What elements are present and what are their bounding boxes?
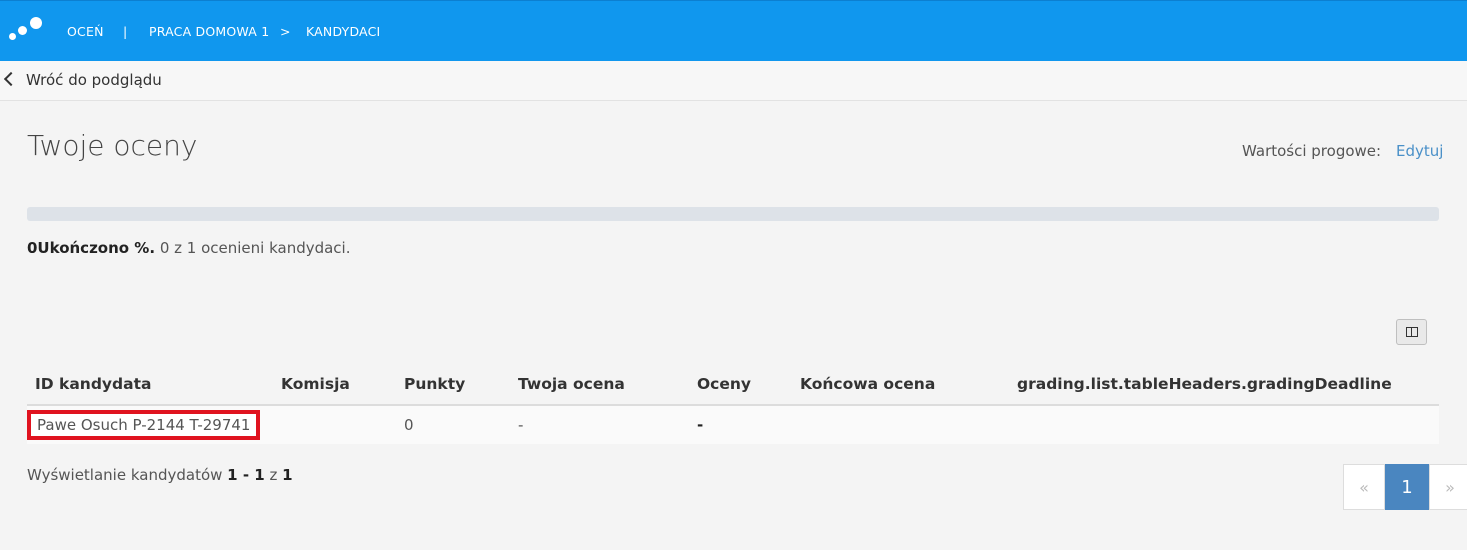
column-header-points[interactable]: Punkty [396,364,510,406]
candidates-table: ID kandydata Komisja Punkty Twoja ocena … [26,364,1439,444]
grading-progress-bar [27,207,1439,221]
results-of: z [264,466,283,484]
breadcrumb-separator: | [123,24,128,39]
chevron-left-icon [3,71,19,87]
column-header-grades[interactable]: Oceny [689,364,792,406]
breadcrumb-arrow-icon: > [280,24,291,39]
cell-points: 0 [396,405,510,444]
column-header-committee[interactable]: Komisja [273,364,396,406]
results-total: 1 [282,466,293,484]
pagination-page-1[interactable]: 1 [1385,464,1429,510]
progress-completed-label: 0Ukończono %. [27,239,156,257]
cell-your-grade: - [510,405,689,444]
pagination: « 1 » [1343,464,1467,510]
cell-grading-deadline [1009,405,1439,444]
thresholds-edit-link[interactable]: Edytuj [1396,142,1443,160]
top-navigation-bar: OCEŃ | PRACA DOMOWA 1 > KANDYDACI [0,0,1467,61]
breadcrumb-grade[interactable]: OCEŃ [67,24,104,39]
columns-icon [1406,327,1418,337]
cell-final-grade [792,405,1009,444]
pagination-next-button[interactable]: » [1429,464,1467,510]
cell-candidate-id[interactable]: Pawe Osuch P-2144 T-29741 [26,405,273,444]
sub-navigation-bar: Wróć do podglądu [0,61,1467,101]
results-range: 1 - 1 [227,466,265,484]
breadcrumb-candidates[interactable]: KANDYDACI [306,24,380,39]
back-label: Wróć do podglądu [26,71,162,89]
column-toggle-button[interactable] [1396,319,1427,345]
back-to-preview-link[interactable]: Wróć do podglądu [3,71,162,89]
results-summary: Wyświetlanie kandydatów 1 - 1 z 1 [27,466,293,484]
candidate-id-value[interactable]: Pawe Osuch P-2144 T-29741 [26,410,261,440]
column-header-final-grade[interactable]: Końcowa ocena [792,364,1009,406]
page-title: Twoje oceny [27,129,198,162]
cell-committee [273,405,396,444]
column-header-grading-deadline[interactable]: grading.list.tableHeaders.gradingDeadlin… [1009,364,1439,406]
cell-grades: - [689,405,792,444]
table-header-row: ID kandydata Komisja Punkty Twoja ocena … [27,364,1439,406]
breadcrumb-homework[interactable]: PRACA DOMOWA 1 [149,24,269,39]
pagination-prev-button[interactable]: « [1343,464,1385,510]
table-row[interactable]: Pawe Osuch P-2144 T-29741 0 - - [26,405,1439,444]
app-logo-icon[interactable] [9,17,45,45]
results-prefix: Wyświetlanie kandydatów [27,466,228,484]
progress-count-text: 0 z 1 ocenieni kandydaci. [155,239,351,257]
progress-status: 0Ukończono %. 0 z 1 ocenieni kandydaci. [27,239,351,257]
column-header-your-grade[interactable]: Twoja ocena [510,364,689,406]
column-header-candidate-id[interactable]: ID kandydata [27,364,273,406]
thresholds-label: Wartości progowe: [1242,142,1382,160]
